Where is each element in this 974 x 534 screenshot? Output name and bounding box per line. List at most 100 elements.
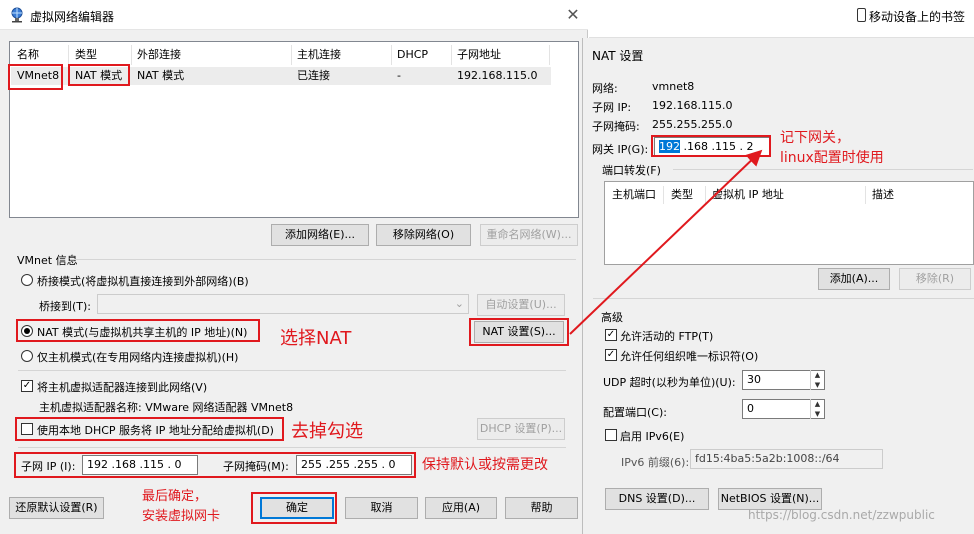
gateway-ip-label: 网关 IP(G): [592,143,649,156]
column-header-host[interactable]: 主机连接 [292,45,392,65]
annotation-gateway-line2: linux配置时使用 [780,150,884,166]
annotation-uncheck: 去掉勾选 [291,421,363,442]
enable-ipv6-label[interactable]: 启用 IPv6(E) [620,428,684,444]
subnet-mask-label: 子网掩码(M): [223,460,289,473]
pf-header-vm-ip[interactable]: 虚拟机 IP 地址 [706,186,866,204]
ipv6-prefix-label: IPv6 前缀(6): [621,456,690,469]
column-header-type[interactable]: 类型 [70,45,132,65]
table-cell-external: NAT 模式 [137,69,185,82]
dns-settings-button[interactable]: DNS 设置(D)... [605,488,709,510]
pf-remove-button[interactable]: 移除(R) [899,268,971,290]
table-cell-dhcp: - [397,69,401,82]
table-cell-type: NAT 模式 [75,69,123,82]
auto-settings-button[interactable]: 自动设置(U)... [477,294,565,316]
gateway-ip-field[interactable]: 192 .168 .115 . 2 [654,137,771,157]
table-cell-name: VMnet8 [17,69,60,82]
pf-add-button[interactable]: 添加(A)... [818,268,890,290]
subnet-ip-label: 子网 IP: [592,101,632,114]
restore-defaults-button[interactable]: 还原默认设置(R) [9,497,104,519]
remove-network-button[interactable]: 移除网络(O) [376,224,471,246]
group-divider [18,447,566,448]
allow-ftp-label[interactable]: 允许活动的 FTP(T) [620,328,713,344]
config-port-label: 配置端口(C): [603,406,667,419]
config-port-value: 0 [747,402,754,415]
group-divider [673,169,973,170]
network-value: vmnet8 [652,80,695,93]
dhcp-settings-button[interactable]: DHCP 设置(P)... [477,418,565,440]
bridged-mode-radio[interactable] [21,274,33,286]
bridged-to-label: 桥接到(T): [39,300,92,313]
subnet-mask-value: 255.255.255.0 [652,118,733,131]
column-header-name[interactable]: 名称 [12,45,69,65]
annotation-select-nat: 选择NAT [280,328,352,349]
udp-timeout-field[interactable]: 30 ▲ ▼ [742,370,825,390]
subnet-ip-value: 192.168.115.0 [652,99,733,112]
column-header-subnet[interactable]: 子网地址 [452,45,550,65]
allow-oui-checkbox[interactable]: ✓ [605,349,617,361]
allow-ftp-checkbox[interactable]: ✓ [605,329,617,341]
title-bar: 虚拟网络编辑器 ✕ [0,0,588,30]
ok-button[interactable]: 确定 [260,497,334,519]
nat-settings-title: NAT 设置 [592,49,644,63]
subnet-mask-field[interactable]: 255 .255 .255 . 0 [296,455,412,475]
table-cell-subnet: 192.168.115.0 [457,69,538,82]
annotation-confirm-line1: 最后确定， [142,489,208,504]
netbios-settings-button[interactable]: NetBIOS 设置(N)... [718,488,822,510]
subnet-ip-field[interactable]: 192 .168 .115 . 0 [82,455,198,475]
network-list-table[interactable]: 名称 类型 外部连接 主机连接 DHCP 子网地址 VMnet8 NAT 模式 … [9,41,579,218]
spin-arrows-icon[interactable]: ▲ ▼ [810,399,824,419]
advanced-label: 高级 [601,311,623,324]
pf-header-type[interactable]: 类型 [665,186,706,204]
connect-adapter-checkbox[interactable]: ✓ [21,380,33,392]
annotation-gateway-line1: 记下网关， [780,130,850,146]
cancel-button[interactable]: 取消 [345,497,418,519]
ipv6-prefix-field[interactable]: fd15:4ba5:5a2b:1008::/64 [690,449,883,469]
annotation-confirm-line2: 安装虚拟网卡 [142,509,221,524]
gateway-first-octet-selected: 192 [659,140,680,153]
spin-arrows-icon[interactable]: ▲ ▼ [810,370,824,390]
rename-network-button[interactable]: 重命名网络(W)... [480,224,578,246]
vmnet-info-label: VMnet 信息 [17,254,78,267]
port-forward-label: 端口转发(F) [602,164,661,177]
network-label: 网络: [592,82,618,95]
connect-adapter-label[interactable]: 将主机虚拟适配器连接到此网络(V) [37,379,207,395]
column-header-external[interactable]: 外部连接 [132,45,292,65]
pf-header-host-port[interactable]: 主机端口 [606,186,664,204]
group-divider [593,298,974,299]
udp-timeout-label: UDP 超时(以秒为单位)(U): [603,376,736,389]
allow-oui-label[interactable]: 允许任何组织唯一标识符(O) [620,348,758,364]
udp-timeout-value: 30 [747,373,761,386]
network-globe-icon [11,7,23,23]
apply-button[interactable]: 应用(A) [425,497,497,519]
host-only-radio[interactable] [21,350,33,362]
group-divider [18,370,566,371]
chevron-down-icon: ⌄ [454,297,464,310]
nat-mode-radio[interactable] [21,325,33,337]
dhcp-label[interactable]: 使用本地 DHCP 服务将 IP 地址分配给虚拟机(D) [37,422,274,438]
table-cell-host: 已连接 [297,69,330,82]
close-icon[interactable]: ✕ [566,5,580,24]
adapter-name-text: 主机虚拟适配器名称: VMware 网络适配器 VMnet8 [39,401,294,414]
pf-header-description[interactable]: 描述 [866,186,974,204]
group-divider [70,259,576,260]
subnet-mask-label: 子网掩码: [592,120,640,133]
help-button[interactable]: 帮助 [505,497,578,519]
annotation-keep-default: 保持默认或按需更改 [422,457,548,473]
bridged-to-select[interactable]: ⌄ [97,294,469,314]
column-header-dhcp[interactable]: DHCP [392,45,452,65]
mobile-device-icon [857,8,866,22]
subnet-ip-label: 子网 IP (I): [21,460,76,473]
bridged-mode-label[interactable]: 桥接模式(将虚拟机直接连接到外部网络)(B) [37,273,249,289]
dhcp-checkbox[interactable] [21,423,33,435]
watermark-text: https://blog.csdn.net/zzwpublic [748,508,935,522]
config-port-field[interactable]: 0 ▲ ▼ [742,399,825,419]
nat-mode-label[interactable]: NAT 模式(与虚拟机共享主机的 IP 地址)(N) [37,324,247,340]
port-forward-table[interactable]: 主机端口 类型 虚拟机 IP 地址 描述 [604,181,974,265]
gateway-rest: .168 .115 . 2 [680,140,754,153]
add-network-button[interactable]: 添加网络(E)... [271,224,369,246]
mobile-bookmarks-link[interactable]: 移动设备上的书签 [869,8,965,25]
host-only-label[interactable]: 仅主机模式(在专用网络内连接虚拟机)(H) [37,349,238,365]
nat-settings-button[interactable]: NAT 设置(S)... [474,321,564,343]
enable-ipv6-checkbox[interactable] [605,429,617,441]
window-title: 虚拟网络编辑器 [30,10,115,24]
